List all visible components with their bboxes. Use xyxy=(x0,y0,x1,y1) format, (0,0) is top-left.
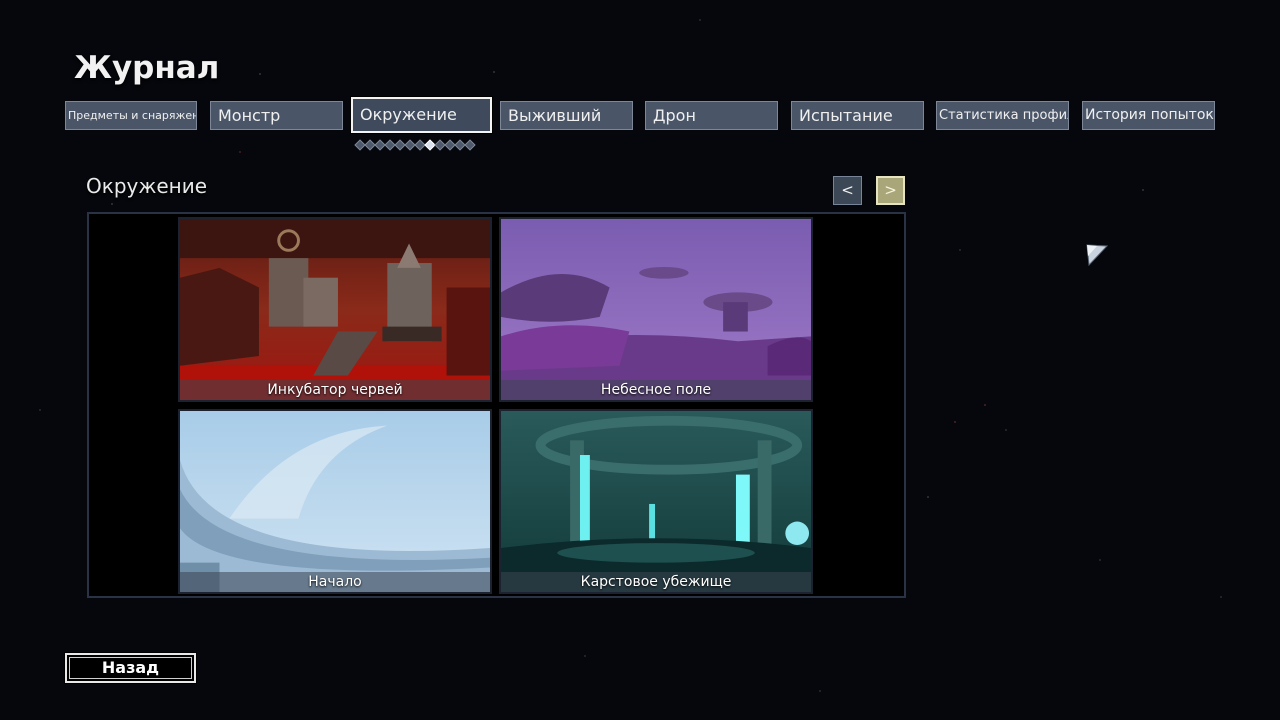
tab-environment[interactable]: Окружение xyxy=(350,96,493,134)
environment-name: Карстовое убежище xyxy=(501,572,811,592)
journal-title: Журнал xyxy=(74,50,220,86)
tab-drone[interactable]: Дрон xyxy=(645,101,778,130)
tab-challenge[interactable]: Испытание xyxy=(791,101,924,130)
previous-page-button[interactable]: < xyxy=(833,176,862,205)
back-button[interactable]: Назад xyxy=(64,652,197,684)
tab-profile-statistics[interactable]: Статистика профиля xyxy=(936,101,1069,130)
tab-monster[interactable]: Монстр xyxy=(210,101,343,130)
next-page-button[interactable]: > xyxy=(876,176,905,205)
environment-card[interactable]: Карстовое убежище xyxy=(499,409,813,594)
environment-thumbnail xyxy=(180,219,490,400)
tab-items-and-equipment[interactable]: Предметы и снаряжение xyxy=(65,101,197,130)
environment-card[interactable]: Начало xyxy=(178,409,492,594)
environment-thumbnail xyxy=(501,219,811,400)
section-title: Окружение xyxy=(86,174,208,198)
environment-thumbnail xyxy=(501,411,811,592)
tab-run-history[interactable]: История попыток xyxy=(1082,101,1215,130)
environment-grid: Инкубатор червей Небесное поле Начало Ка… xyxy=(87,212,906,598)
cursor-icon xyxy=(1086,244,1108,266)
tab-survivor[interactable]: Выживший xyxy=(500,101,633,130)
environment-name: Инкубатор червей xyxy=(180,380,490,400)
page-dot[interactable] xyxy=(464,139,476,151)
environment-thumbnail xyxy=(180,411,490,592)
environment-name: Небесное поле xyxy=(501,380,811,400)
environment-card[interactable]: Небесное поле xyxy=(499,217,813,402)
environment-name: Начало xyxy=(180,572,490,592)
environment-card[interactable]: Инкубатор червей xyxy=(178,217,492,402)
